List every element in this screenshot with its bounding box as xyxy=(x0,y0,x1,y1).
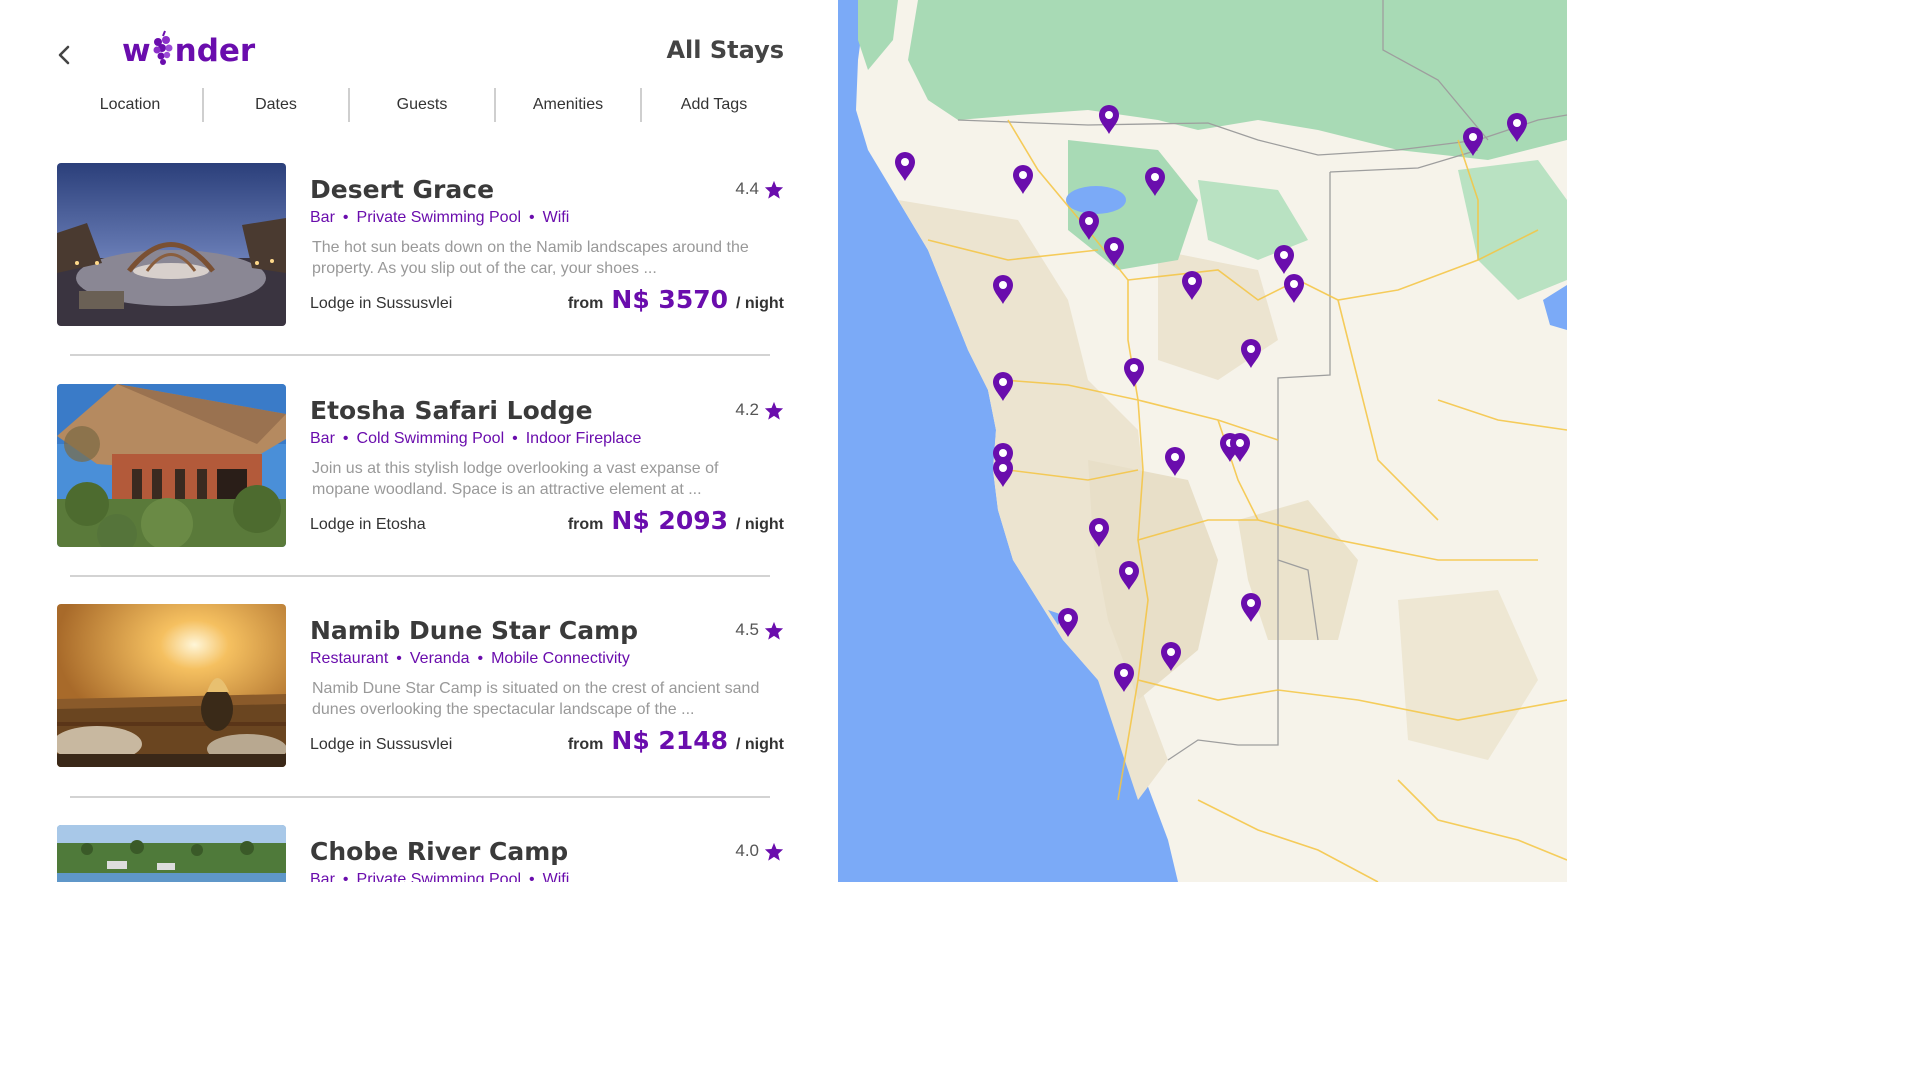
listing-location: Lodge in Sussusvlei xyxy=(310,295,453,312)
listing-price: from N$ 2148 / night xyxy=(568,726,784,755)
listing-price: from N$ 3570 / night xyxy=(568,285,784,314)
listing-rating: 4.5 xyxy=(735,620,784,640)
listing-rating: 4.0 xyxy=(735,841,784,861)
listing-rating: 4.2 xyxy=(735,400,784,420)
rating-value: 4.4 xyxy=(735,179,759,198)
listing-details: Etosha Safari Lodge 4.2 Bar • Cold Swimmin… xyxy=(310,384,784,548)
listing-photo[interactable] xyxy=(57,163,286,326)
amenity-list: Restaurant • Veranda • Mobile Connectivity xyxy=(310,650,630,668)
filter-add-tags[interactable]: Add Tags xyxy=(642,88,786,122)
amenity-list: Bar • Cold Swimming Pool • Indoor Fireplace xyxy=(310,430,641,448)
star-icon xyxy=(764,842,784,861)
listing-description: Join us at this stylish lodge overlookin… xyxy=(312,460,719,498)
rating-value: 4.0 xyxy=(735,841,759,860)
page-title: All Stays xyxy=(666,36,784,64)
listing-details: Desert Grace 4.4 Bar • Private Swimming Po… xyxy=(310,163,784,327)
amenity-tag: Veranda xyxy=(409,650,470,667)
separator-dot: • xyxy=(529,209,535,226)
separator-dot: • xyxy=(342,871,349,882)
amenity-tag: Bar xyxy=(310,430,335,447)
amenity-tag: Bar xyxy=(310,209,335,226)
price-amount: N$ 3570 xyxy=(611,285,729,314)
amenity-tag: Mobile Connectivity xyxy=(491,650,630,667)
amenity-tag: Wifi xyxy=(542,871,570,882)
separator-dot: • xyxy=(396,650,402,667)
amenity-tag: Private Swimming Pool xyxy=(356,209,522,226)
price-per-night: / night xyxy=(736,516,784,533)
grape-logo-icon xyxy=(152,30,174,73)
divider xyxy=(70,575,770,577)
filter-dates[interactable]: Dates xyxy=(204,88,350,122)
price-from-label: from xyxy=(567,736,604,753)
listings-panel: w nder All Stays Location Dates Guests A… xyxy=(0,0,838,882)
amenity-tag: Wifi xyxy=(542,209,570,226)
filter-guests[interactable]: Guests xyxy=(350,88,496,122)
amenity-tag: Private Swimming Pool xyxy=(356,871,522,882)
logo-text-right: nder xyxy=(174,33,256,69)
listing-card[interactable]: Etosha Safari Lodge 4.2 Bar • Cold Swimmin… xyxy=(57,384,785,548)
divider xyxy=(70,354,770,356)
listing-name[interactable]: Etosha Safari Lodge xyxy=(310,396,593,425)
listing-photo[interactable] xyxy=(57,604,286,767)
separator-dot: • xyxy=(342,430,349,447)
star-icon xyxy=(764,621,784,640)
amenity-list: Bar • Private Swimming Pool • Wifi xyxy=(310,209,569,227)
listing-description: The hot sun beats down on the Namib land… xyxy=(312,239,749,277)
amenity-tag: Restaurant xyxy=(310,650,389,667)
amenity-tag: Cold Swimming Pool xyxy=(356,430,505,447)
price-from-label: from xyxy=(567,516,604,533)
chevron-left-icon xyxy=(58,45,70,65)
listing-details: Namib Dune Star Camp 4.5 Restaurant • Vera… xyxy=(310,604,784,768)
listing-name[interactable]: Chobe River Camp xyxy=(310,837,568,866)
listing-card[interactable]: Namib Dune Star Camp 4.5 Restaurant • Vera… xyxy=(57,604,785,768)
filter-amenities[interactable]: Amenities xyxy=(496,88,642,122)
rating-value: 4.2 xyxy=(735,400,759,419)
price-amount: N$ 2093 xyxy=(611,506,729,535)
price-amount: N$ 2148 xyxy=(611,726,729,755)
price-from-label: from xyxy=(567,295,604,312)
amenity-tag: Bar xyxy=(310,871,335,882)
separator-dot: • xyxy=(477,650,484,667)
separator-dot: • xyxy=(529,871,535,882)
filter-bar: Location Dates Guests Amenities Add Tags xyxy=(58,88,786,122)
amenity-tag: Indoor Fireplace xyxy=(525,430,642,447)
wonder-logo[interactable]: w nder xyxy=(122,28,255,74)
listing-location: Lodge in Etosha xyxy=(310,516,426,533)
back-button[interactable] xyxy=(52,40,76,70)
star-icon xyxy=(764,401,784,420)
separator-dot: • xyxy=(512,430,518,447)
separator-dot: • xyxy=(342,209,349,226)
price-per-night: / night xyxy=(736,295,784,312)
logo-text-left: w xyxy=(122,33,151,69)
listing-photo[interactable] xyxy=(57,825,286,882)
map-view[interactable] xyxy=(838,0,1567,882)
listing-name[interactable]: Desert Grace xyxy=(310,175,494,204)
header: w nder All Stays Location Dates Guests A… xyxy=(0,0,838,140)
listing-details: Chobe River Camp 4.0 Bar • Private Swimmin… xyxy=(310,825,784,882)
listing-description: Namib Dune Star Camp is situated on the … xyxy=(312,680,760,718)
star-icon xyxy=(764,180,784,199)
price-per-night: / night xyxy=(736,736,784,753)
divider xyxy=(70,796,770,798)
listing-price: from N$ 2093 / night xyxy=(568,506,784,535)
amenity-list: Bar • Private Swimming Pool • Wifi xyxy=(310,871,569,882)
listing-card[interactable]: Chobe River Camp 4.0 Bar • Private Swimmin… xyxy=(57,825,785,882)
listing-rating: 4.4 xyxy=(735,179,784,199)
listing-card[interactable]: Desert Grace 4.4 Bar • Private Swimming Po… xyxy=(57,163,785,327)
listing-photo[interactable] xyxy=(57,384,286,547)
rating-value: 4.5 xyxy=(735,620,759,639)
listing-location: Lodge in Sussusvlei xyxy=(310,736,453,753)
filter-location[interactable]: Location xyxy=(58,88,204,122)
listing-name[interactable]: Namib Dune Star Camp xyxy=(310,616,638,645)
